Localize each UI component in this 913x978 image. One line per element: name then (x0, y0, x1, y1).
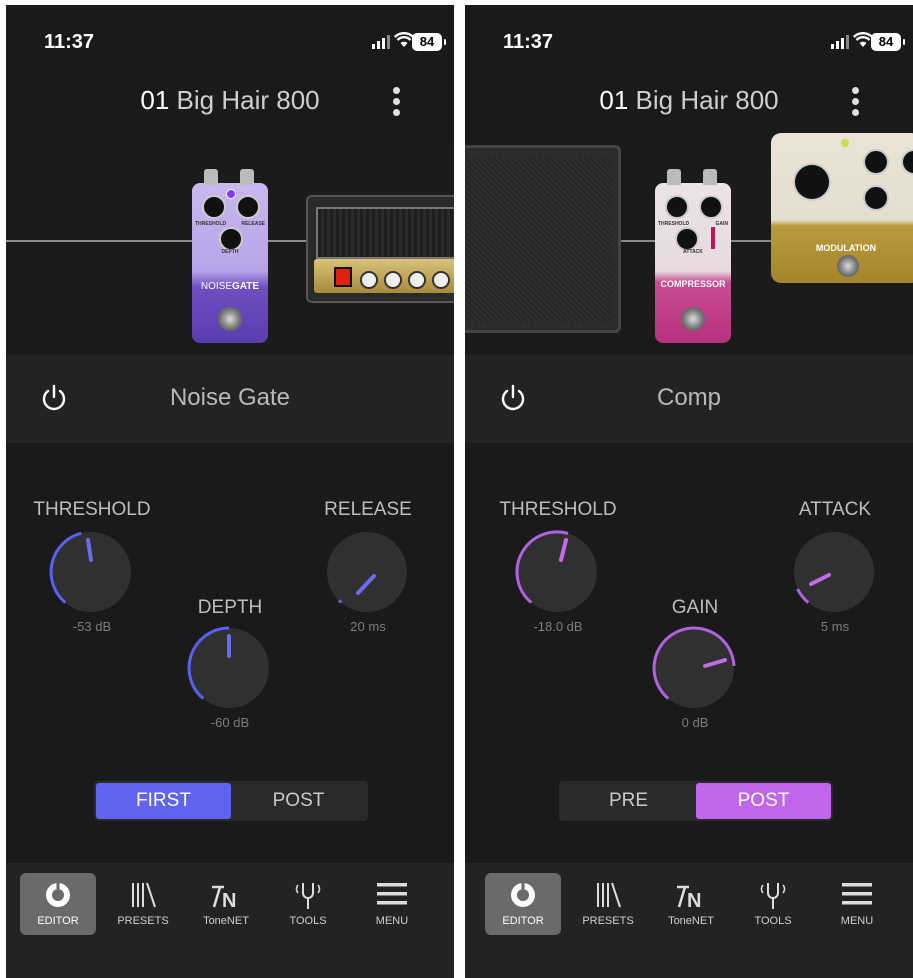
status-time: 11:37 (44, 31, 95, 53)
effect-header: Comp (465, 355, 913, 443)
depth-label: DEPTH (197, 597, 263, 618)
status-time: 11:37 (503, 31, 554, 53)
left-screen: 11:37 84 01 Big Hair 800 THRESHOLD RELEA… (6, 5, 454, 978)
tab-editor[interactable]: EDITOR (485, 873, 561, 935)
library-icon (597, 882, 621, 908)
compressor-pedal[interactable]: THRESHOLD GAIN ATTACK COMPRESSOR (655, 169, 731, 343)
pedal-name: NOISEGATE (200, 281, 260, 292)
toggle-post-button[interactable]: POST (696, 783, 831, 819)
gain-knob[interactable] (649, 623, 739, 713)
preset-title[interactable]: 01 Big Hair 800 (6, 85, 454, 116)
toggle-first-button[interactable]: FIRST (96, 783, 231, 819)
attack-value: 5 ms (820, 619, 850, 634)
pedal-knob-label: ATTACK (683, 249, 703, 255)
threshold-value: -18.0 dB (533, 619, 583, 634)
pedal-knob-label: GAIN (715, 221, 729, 227)
tab-bar: EDITOR PRESETS N ToneNET TOOLS MENU (6, 863, 454, 978)
attack-knob[interactable] (789, 527, 879, 617)
tab-editor[interactable]: EDITOR (20, 873, 96, 935)
svg-text:N: N (222, 890, 236, 909)
amp-head[interactable] (306, 195, 454, 303)
preset-number: 01 (599, 85, 629, 115)
editor-knob-icon (511, 883, 535, 907)
hamburger-icon (842, 883, 872, 905)
speaker-cabinet[interactable] (465, 145, 621, 333)
release-knob[interactable] (322, 527, 412, 617)
tab-menu[interactable]: MENU (819, 873, 895, 935)
battery-indicator: 84 (871, 33, 905, 51)
more-options-icon[interactable] (392, 87, 402, 120)
tab-tools[interactable]: TOOLS (270, 873, 346, 935)
release-value: 20 ms (350, 619, 386, 634)
preset-title[interactable]: 01 Big Hair 800 (465, 85, 913, 116)
release-label: RELEASE (324, 499, 412, 520)
tab-tonenet[interactable]: N ToneNET (653, 873, 729, 935)
tab-presets[interactable]: PRESETS (570, 873, 646, 935)
pedal-knob-label: DEPTH (221, 249, 239, 255)
threshold-knob[interactable] (46, 527, 136, 617)
preset-name: Big Hair 800 (176, 85, 320, 115)
status-bar: 11:37 84 (465, 5, 913, 65)
signal-chain[interactable]: THRESHOLD GAIN ATTACK COMPRESSOR MODULAT… (465, 133, 913, 355)
modulation-pedal[interactable]: MODULATION (771, 133, 913, 283)
hamburger-icon (377, 883, 407, 905)
threshold-label: THRESHOLD (499, 499, 617, 520)
preset-number: 01 (140, 85, 170, 115)
gain-label: GAIN (671, 597, 719, 618)
signal-icon (831, 35, 849, 49)
tab-bar: EDITOR PRESETS N ToneNET TOOLS MENU (465, 863, 913, 978)
tuning-fork-icon (295, 883, 321, 909)
wifi-icon (394, 32, 414, 47)
preset-name: Big Hair 800 (635, 85, 779, 115)
depth-knob[interactable] (184, 623, 274, 713)
effect-header: Noise Gate (6, 355, 454, 443)
battery-indicator: 84 (412, 33, 446, 51)
tab-tonenet[interactable]: N ToneNET (188, 873, 264, 935)
library-icon (132, 882, 156, 908)
position-toggle: FIRST POST (94, 781, 368, 821)
wifi-icon (853, 32, 873, 47)
toggle-post-button[interactable]: POST (231, 783, 366, 819)
pedal-knob-label: RELEASE (241, 221, 265, 227)
signal-chain[interactable]: THRESHOLD RELEASE DEPTH NOISEGATE (6, 145, 454, 355)
more-options-icon[interactable] (851, 87, 861, 120)
status-bar: 11:37 84 (6, 5, 454, 65)
tab-menu[interactable]: MENU (354, 873, 430, 935)
threshold-value: -53 dB (72, 619, 112, 634)
pedal-name: MODULATION (815, 243, 877, 253)
effect-title: Comp (656, 384, 722, 411)
right-screen: 11:37 84 01 Big Hair 800 THRESHOLD GAIN (465, 5, 913, 978)
tuning-fork-icon (760, 883, 786, 909)
noise-gate-pedal[interactable]: THRESHOLD RELEASE DEPTH NOISEGATE (192, 169, 268, 343)
threshold-knob[interactable] (512, 527, 602, 617)
tonenet-icon: N (212, 885, 236, 909)
editor-knob-icon (46, 883, 70, 907)
depth-value: -60 dB (210, 715, 250, 730)
tab-tools[interactable]: TOOLS (735, 873, 811, 935)
signal-icon (372, 35, 390, 49)
tab-presets[interactable]: PRESETS (105, 873, 181, 935)
toggle-pre-button[interactable]: PRE (561, 783, 696, 819)
effect-title: Noise Gate (169, 384, 291, 411)
attack-label: ATTACK (798, 499, 872, 520)
gain-value: 0 dB (681, 715, 709, 730)
position-toggle: PRE POST (559, 781, 833, 821)
pedal-name: COMPRESSOR (660, 279, 726, 289)
tonenet-icon: N (677, 885, 701, 909)
svg-text:N: N (687, 890, 701, 909)
threshold-label: THRESHOLD (33, 499, 151, 520)
